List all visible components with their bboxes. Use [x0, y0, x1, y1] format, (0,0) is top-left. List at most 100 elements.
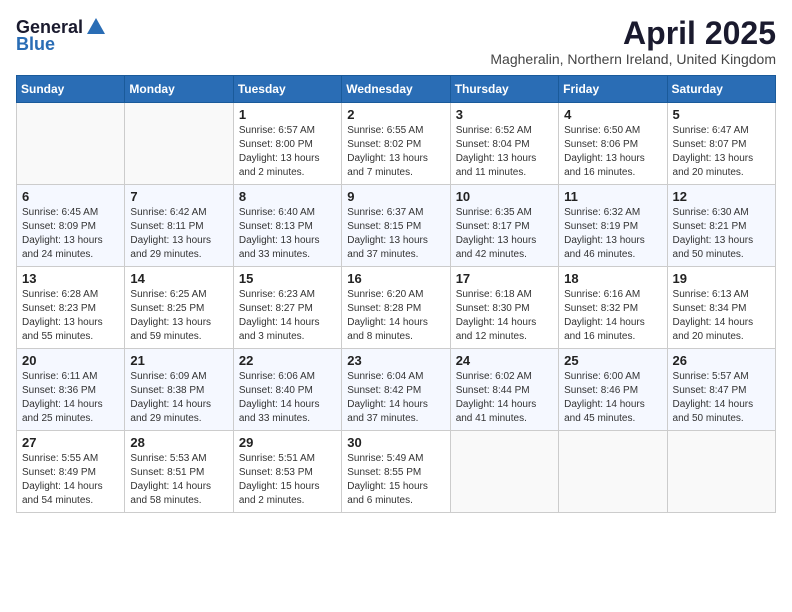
calendar-cell: 11Sunrise: 6:32 AM Sunset: 8:19 PM Dayli…: [559, 185, 667, 267]
location-subtitle: Magheralin, Northern Ireland, United Kin…: [490, 51, 776, 67]
calendar-cell: 20 Sunrise: 6:11 AM Sunset: 8:36 PM Dayli…: [17, 349, 125, 431]
header-tuesday: Tuesday: [233, 76, 341, 103]
day-number: 19: [673, 271, 770, 286]
day-info: Sunrise: 6:28 AM Sunset: 8:23 PM Dayligh…: [22, 288, 119, 344]
day-info: Sunrise: 6:11 AM Sunset: 8:36 PM Dayligh…: [22, 370, 119, 426]
calendar-cell: 29 Sunrise: 5:51 AM Sunset: 8:53 PM Dayli…: [233, 431, 341, 513]
day-info: Sunrise: 6:06 AM Sunset: 8:40 PM Dayligh…: [239, 370, 336, 426]
day-info: Sunrise: 6:23 AM Sunset: 8:27 PM Dayligh…: [239, 288, 336, 344]
day-info: Sunrise: 6:45 AM Sunset: 8:09 PM Dayligh…: [22, 206, 119, 262]
calendar-cell: 12 Sunrise: 6:30 AM Sunset: 8:21 PM Dayli…: [667, 185, 775, 267]
day-info: Sunrise: 6:42 AM Sunset: 8:11 PM Dayligh…: [130, 206, 227, 262]
calendar-cell: 22 Sunrise: 6:06 AM Sunset: 8:40 PM Dayli…: [233, 349, 341, 431]
day-number: 12: [673, 189, 770, 204]
calendar-cell: 6 Sunrise: 6:45 AM Sunset: 8:09 PM Daylig…: [17, 185, 125, 267]
calendar-cell: 3 Sunrise: 6:52 AM Sunset: 8:04 PM Daylig…: [450, 103, 558, 185]
day-number: 27: [22, 435, 119, 450]
calendar-cell: 17Sunrise: 6:18 AM Sunset: 8:30 PM Dayli…: [450, 267, 558, 349]
day-info: Sunrise: 6:35 AM Sunset: 8:17 PM Dayligh…: [456, 206, 553, 262]
day-number: 30: [347, 435, 444, 450]
calendar-cell: 4 Sunrise: 6:50 AM Sunset: 8:06 PM Daylig…: [559, 103, 667, 185]
calendar-cell: 13 Sunrise: 6:28 AM Sunset: 8:23 PM Dayli…: [17, 267, 125, 349]
day-number: 6: [22, 189, 119, 204]
day-number: 10: [456, 189, 553, 204]
day-info: Sunrise: 6:52 AM Sunset: 8:04 PM Dayligh…: [456, 124, 553, 180]
day-number: 23: [347, 353, 444, 368]
day-number: 25: [564, 353, 661, 368]
day-info: Sunrise: 6:04 AM Sunset: 8:42 PM Dayligh…: [347, 370, 444, 426]
day-number: 4: [564, 107, 661, 122]
calendar-cell: [450, 431, 558, 513]
day-number: 3: [456, 107, 553, 122]
day-number: 9: [347, 189, 444, 204]
calendar-cell: 16Sunrise: 6:20 AM Sunset: 8:28 PM Dayli…: [342, 267, 450, 349]
day-number: 21: [130, 353, 227, 368]
day-info: Sunrise: 6:09 AM Sunset: 8:38 PM Dayligh…: [130, 370, 227, 426]
calendar-cell: 21 Sunrise: 6:09 AM Sunset: 8:38 PM Dayli…: [125, 349, 233, 431]
day-info: Sunrise: 6:13 AM Sunset: 8:34 PM Dayligh…: [673, 288, 770, 344]
logo: General Blue: [16, 16, 107, 55]
day-number: 1: [239, 107, 336, 122]
day-info: Sunrise: 6:02 AM Sunset: 8:44 PM Dayligh…: [456, 370, 553, 426]
day-info: Sunrise: 6:50 AM Sunset: 8:06 PM Dayligh…: [564, 124, 661, 180]
calendar-cell: 25 Sunrise: 6:00 AM Sunset: 8:46 PM Dayli…: [559, 349, 667, 431]
calendar-cell: 19 Sunrise: 6:13 AM Sunset: 8:34 PM Dayli…: [667, 267, 775, 349]
day-info: Sunrise: 6:00 AM Sunset: 8:46 PM Dayligh…: [564, 370, 661, 426]
calendar-cell: [667, 431, 775, 513]
day-number: 2: [347, 107, 444, 122]
day-number: 17: [456, 271, 553, 286]
calendar-cell: 18 Sunrise: 6:16 AM Sunset: 8:32 PM Dayli…: [559, 267, 667, 349]
day-number: 15: [239, 271, 336, 286]
day-number: 16: [347, 271, 444, 286]
day-number: 13: [22, 271, 119, 286]
calendar-cell: 28 Sunrise: 5:53 AM Sunset: 8:51 PM Dayli…: [125, 431, 233, 513]
calendar-cell: 15 Sunrise: 6:23 AM Sunset: 8:27 PM Dayli…: [233, 267, 341, 349]
day-number: 20: [22, 353, 119, 368]
day-number: 18: [564, 271, 661, 286]
header-sunday: Sunday: [17, 76, 125, 103]
day-number: 29: [239, 435, 336, 450]
calendar-header-row: SundayMondayTuesdayWednesdayThursdayFrid…: [17, 76, 776, 103]
calendar-week-4: 20 Sunrise: 6:11 AM Sunset: 8:36 PM Dayli…: [17, 349, 776, 431]
day-info: Sunrise: 5:51 AM Sunset: 8:53 PM Dayligh…: [239, 452, 336, 508]
day-number: 14: [130, 271, 227, 286]
calendar-cell: 1 Sunrise: 6:57 AM Sunset: 8:00 PM Daylig…: [233, 103, 341, 185]
calendar-cell: 2 Sunrise: 6:55 AM Sunset: 8:02 PM Daylig…: [342, 103, 450, 185]
calendar-cell: 24Sunrise: 6:02 AM Sunset: 8:44 PM Dayli…: [450, 349, 558, 431]
logo-icon: [85, 16, 107, 38]
day-number: 5: [673, 107, 770, 122]
day-number: 22: [239, 353, 336, 368]
calendar-cell: 7 Sunrise: 6:42 AM Sunset: 8:11 PM Daylig…: [125, 185, 233, 267]
calendar-cell: 23 Sunrise: 6:04 AM Sunset: 8:42 PM Dayli…: [342, 349, 450, 431]
calendar-cell: 26 Sunrise: 5:57 AM Sunset: 8:47 PM Dayli…: [667, 349, 775, 431]
day-info: Sunrise: 6:37 AM Sunset: 8:15 PM Dayligh…: [347, 206, 444, 262]
day-info: Sunrise: 5:55 AM Sunset: 8:49 PM Dayligh…: [22, 452, 119, 508]
calendar-cell: 30Sunrise: 5:49 AM Sunset: 8:55 PM Dayli…: [342, 431, 450, 513]
calendar-cell: 27 Sunrise: 5:55 AM Sunset: 8:49 PM Dayli…: [17, 431, 125, 513]
calendar-cell: 8 Sunrise: 6:40 AM Sunset: 8:13 PM Daylig…: [233, 185, 341, 267]
day-number: 8: [239, 189, 336, 204]
day-info: Sunrise: 6:30 AM Sunset: 8:21 PM Dayligh…: [673, 206, 770, 262]
day-number: 7: [130, 189, 227, 204]
calendar-week-5: 27 Sunrise: 5:55 AM Sunset: 8:49 PM Dayli…: [17, 431, 776, 513]
calendar-table: SundayMondayTuesdayWednesdayThursdayFrid…: [16, 75, 776, 513]
day-info: Sunrise: 5:53 AM Sunset: 8:51 PM Dayligh…: [130, 452, 227, 508]
header-thursday: Thursday: [450, 76, 558, 103]
calendar-week-2: 6 Sunrise: 6:45 AM Sunset: 8:09 PM Daylig…: [17, 185, 776, 267]
header-friday: Friday: [559, 76, 667, 103]
title-block: April 2025 Magheralin, Northern Ireland,…: [490, 16, 776, 67]
day-info: Sunrise: 6:16 AM Sunset: 8:32 PM Dayligh…: [564, 288, 661, 344]
day-info: Sunrise: 6:57 AM Sunset: 8:00 PM Dayligh…: [239, 124, 336, 180]
day-info: Sunrise: 6:25 AM Sunset: 8:25 PM Dayligh…: [130, 288, 227, 344]
logo-blue: Blue: [16, 34, 55, 55]
day-info: Sunrise: 5:57 AM Sunset: 8:47 PM Dayligh…: [673, 370, 770, 426]
header-monday: Monday: [125, 76, 233, 103]
calendar-cell: 9 Sunrise: 6:37 AM Sunset: 8:15 PM Daylig…: [342, 185, 450, 267]
month-title: April 2025: [490, 16, 776, 51]
day-info: Sunrise: 6:55 AM Sunset: 8:02 PM Dayligh…: [347, 124, 444, 180]
header-saturday: Saturday: [667, 76, 775, 103]
day-number: 28: [130, 435, 227, 450]
day-info: Sunrise: 6:40 AM Sunset: 8:13 PM Dayligh…: [239, 206, 336, 262]
header-wednesday: Wednesday: [342, 76, 450, 103]
day-number: 26: [673, 353, 770, 368]
